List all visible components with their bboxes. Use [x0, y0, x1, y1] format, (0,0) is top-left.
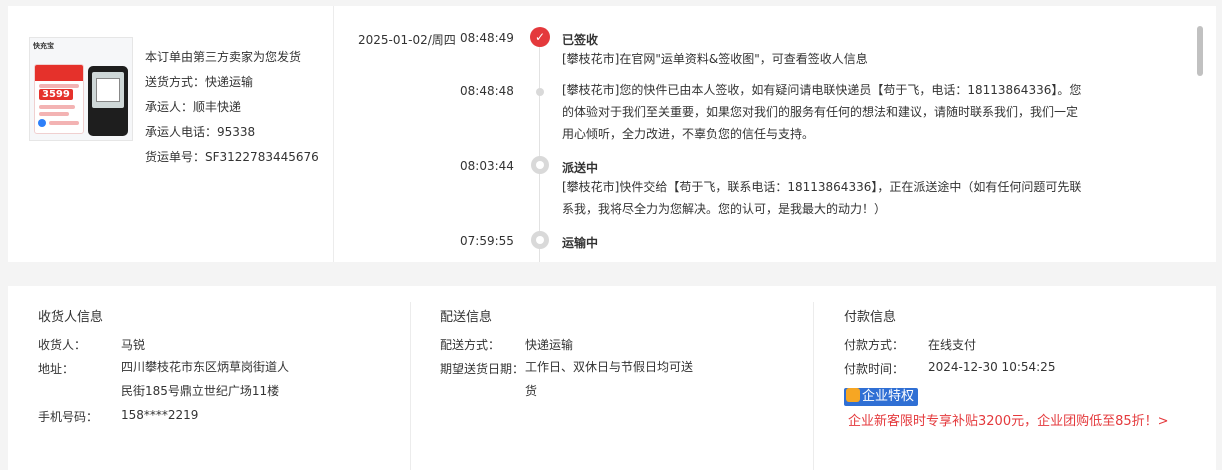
- carrier: 承运人：顺丰快递: [145, 100, 242, 114]
- shipment-info: 本订单由第三方卖家为您发货 送货方式：快递运输 承运人：顺丰快递 承运人电话：9…: [145, 48, 319, 173]
- receiver-address: 四川攀枝花市东区炳草岗街道人民街185号鼎立世纪广场11楼: [121, 360, 290, 398]
- timeline-time: 08:03:44: [460, 159, 514, 173]
- delivery-icon: [531, 156, 549, 174]
- timeline-text: [攀枝花市]您的快件已由本人签收，如有疑问请电联快递员【苟于飞，电话：18113…: [562, 83, 1082, 141]
- timeline-line: [539, 40, 540, 262]
- payment-time: 2024-12-30 10:54:25: [928, 360, 1056, 374]
- payment-title: 付款信息: [844, 310, 897, 325]
- thumb-promo-card: 3599: [34, 64, 84, 134]
- thumb-logo: 快充宝: [33, 42, 54, 50]
- timeline-dot: [536, 88, 544, 96]
- shipment-summary: 快充宝 3599 本订单由第三方卖家为您发货 送货方式：快递运输 承运人：顺丰快…: [8, 6, 334, 262]
- carrier-phone: 承运人电话：95338: [145, 125, 256, 139]
- timeline-text: [攀枝花市]在官网"运单资料&签收图"，可查看签收人信息: [562, 52, 868, 66]
- transit-icon: [531, 231, 549, 249]
- timeline-status: 派送中: [562, 161, 599, 175]
- receiver-name-label: 收货人：: [38, 338, 87, 352]
- delivery-date-label: 期望送货日期：: [440, 362, 525, 376]
- check-icon: ✓: [530, 27, 550, 47]
- enterprise-promo-link[interactable]: 企业新客限时专享补贴3200元，企业团购低至85折！>: [848, 410, 1169, 429]
- product-thumbnail[interactable]: 快充宝 3599: [29, 37, 133, 141]
- timeline-time: 08:48:48: [460, 84, 514, 98]
- tracking-number: 货运单号：SF3122783445676: [145, 150, 319, 164]
- payment-method: 在线支付: [928, 338, 977, 352]
- delivery-method: 快递运输: [525, 338, 574, 352]
- tracking-timeline: 2025-01-02/周四 08:48:49 ✓ 已签收 [攀枝花市]在官网"运…: [334, 6, 1204, 262]
- delivery-title: 配送信息: [440, 310, 493, 325]
- payment-method-label: 付款方式：: [844, 338, 905, 352]
- thumb-dot-icon: [38, 119, 46, 127]
- receiver-phone-label: 手机号码：: [38, 410, 99, 424]
- order-info-card: 收货人信息 收货人： 马锐 地址： 四川攀枝花市东区炳草岗街道人民街185号鼎立…: [8, 286, 1216, 470]
- gift-icon: [846, 388, 860, 402]
- payment-time-label: 付款时间：: [844, 362, 905, 376]
- receiver-address-label: 地址：: [38, 362, 75, 376]
- receiver-name: 马锐: [121, 338, 146, 352]
- delivery-date: 工作日、双休日与节假日均可送货: [525, 360, 694, 398]
- timeline-status: 已签收: [562, 33, 599, 47]
- scrollbar-thumb[interactable]: [1197, 26, 1203, 76]
- timeline-time: 07:59:55: [460, 234, 514, 248]
- seller-note: 本订单由第三方卖家为您发货: [145, 50, 302, 64]
- logistics-card: 快充宝 3599 本订单由第三方卖家为您发货 送货方式：快递运输 承运人：顺丰快…: [8, 6, 1216, 262]
- receiver-title: 收货人信息: [38, 310, 104, 325]
- qr-code-icon: [96, 78, 120, 102]
- receiver-phone: 158****2219: [121, 408, 199, 422]
- badge-label: 企业特权: [862, 389, 915, 404]
- thumb-price: 3599: [39, 89, 73, 100]
- enterprise-badge[interactable]: 企业特权: [844, 388, 919, 406]
- timeline-date: 2025-01-02/周四: [358, 33, 456, 47]
- timeline-text: [攀枝花市]快件交给【苟于飞，联系电话：18113864336】，正在派送途中（…: [562, 180, 1082, 216]
- timeline-time: 08:48:49: [460, 31, 514, 45]
- shipping-method: 送货方式：快递运输: [145, 75, 254, 89]
- timeline-status: 运输中: [562, 236, 599, 250]
- delivery-method-label: 配送方式：: [440, 338, 501, 352]
